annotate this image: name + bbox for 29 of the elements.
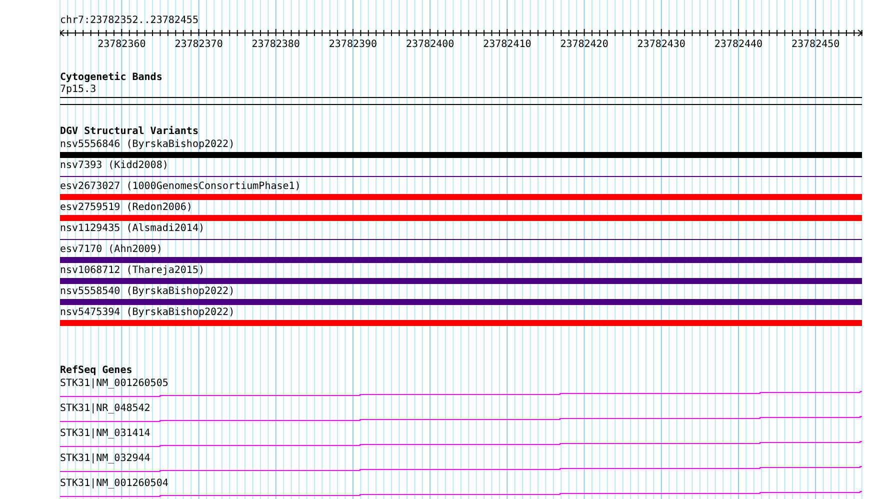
tick-label: 23782400 xyxy=(406,39,454,50)
gene-label: STK31|NM_001260504 xyxy=(60,477,168,490)
variant-label: esv2673027 (1000GenomesConsortiumPhase1) xyxy=(60,180,301,193)
tick-label: 23782430 xyxy=(637,39,686,50)
tick-label: 23782360 xyxy=(98,39,146,50)
gene-label: STK31|NM_001260505 xyxy=(60,377,168,390)
track-title: DGV Structural Variants xyxy=(60,126,198,138)
variant-label: esv7170 (Ahn2009) xyxy=(60,243,162,256)
tick-label: 23782450 xyxy=(792,39,840,50)
band-label: 7p15.3 xyxy=(60,84,96,96)
tick-label: 23782420 xyxy=(560,39,608,50)
track-title: RefSeq Genes xyxy=(60,365,132,377)
tick-label: 23782410 xyxy=(483,39,532,50)
tick-label: 23782370 xyxy=(174,39,223,50)
variant-label: nsv7393 (Kidd2008) xyxy=(60,159,168,172)
gene-label: STK31|NM_031414 xyxy=(60,427,150,440)
variant-label: nsv1129435 (Alsmadi2014) xyxy=(60,222,204,235)
variant-label: esv2759519 (Redon2006) xyxy=(60,201,192,214)
tick-label: 23782380 xyxy=(252,39,300,50)
variant-label: nsv5558540 (ByrskaBishop2022) xyxy=(60,285,235,298)
tick-label: 23782390 xyxy=(328,39,378,50)
position-label: chr7:23782352..23782455 xyxy=(60,15,198,27)
gene-label: STK31|NM_032944 xyxy=(60,452,150,465)
tick-label: 23782440 xyxy=(714,39,763,50)
variant-label: nsv1068712 (Thareja2015) xyxy=(60,264,204,277)
track-title: Cytogenetic Bands xyxy=(60,72,162,84)
variant-label: nsv5475394 (ByrskaBishop2022) xyxy=(60,306,235,319)
variant-label: nsv5556846 (ByrskaBishop2022) xyxy=(60,138,235,151)
gene-label: STK31|NR_048542 xyxy=(60,402,150,415)
